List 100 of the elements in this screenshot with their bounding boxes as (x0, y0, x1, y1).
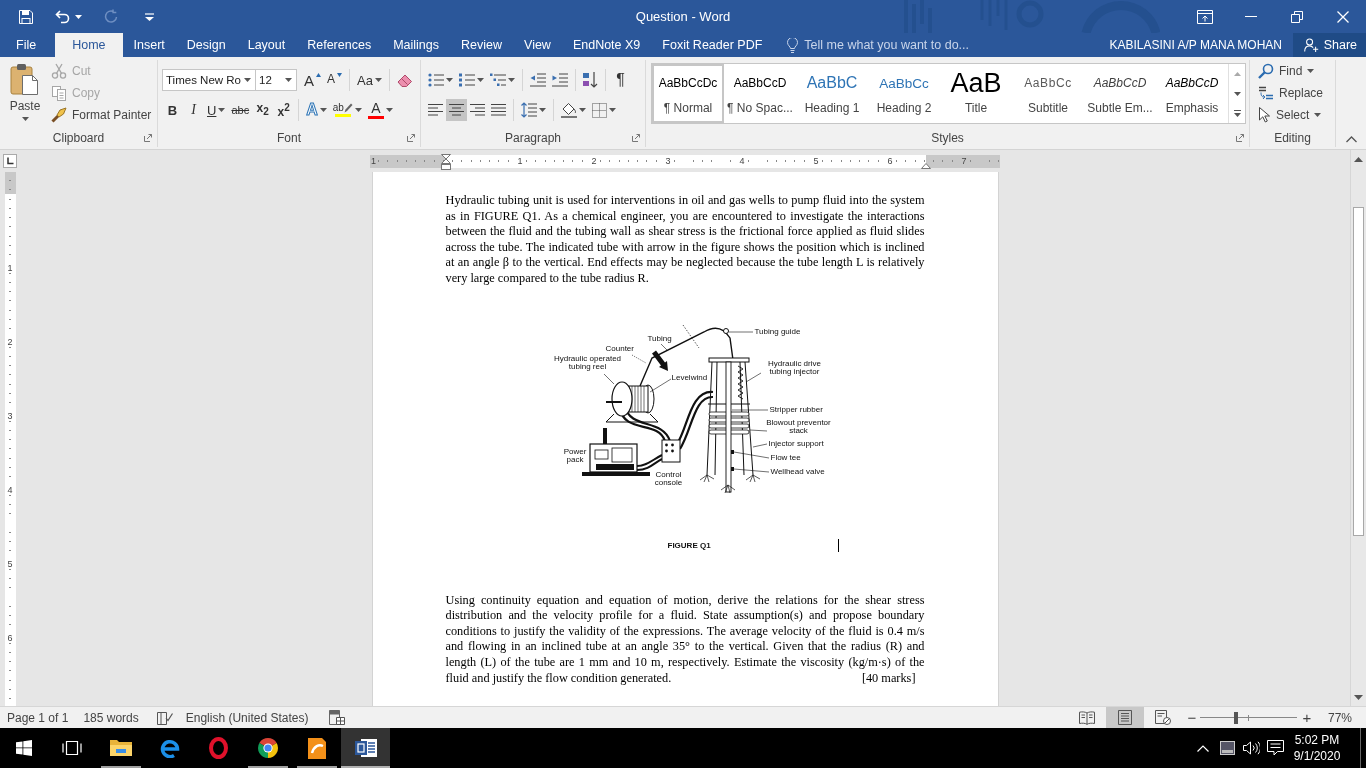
power-pack-unit (588, 427, 638, 473)
zoom-out-button[interactable]: − (1186, 710, 1197, 725)
ribbon-tab[interactable]: Insert (122, 33, 176, 57)
strikethrough-button[interactable]: abc (228, 99, 253, 121)
figure-label: Injector support (768, 439, 824, 449)
group-label: Paragraph (504, 131, 561, 145)
ribbon-tab[interactable]: Home (55, 33, 123, 57)
figure-label: Wellhead valve (770, 467, 825, 477)
restore-icon (1291, 10, 1303, 23)
style-item[interactable]: AaBbC Heading 1 (796, 64, 868, 123)
superscript-button[interactable]: x$^{2}$ (273, 99, 295, 121)
replace-button[interactable]: Replace (1258, 82, 1335, 104)
ribbon-tab[interactable]: Review (450, 33, 513, 57)
ribbon-tab[interactable]: Layout (236, 33, 297, 57)
ribbon-tab[interactable]: View (513, 33, 562, 57)
tell-me-search-field[interactable]: Tell me what you want to do... (787, 33, 998, 57)
change-case-button[interactable]: Aa (354, 69, 385, 91)
subscript-button[interactable]: x$_{2}$ (252, 99, 274, 121)
tab-stop-selector[interactable] (3, 154, 17, 168)
italic-button[interactable]: I (183, 99, 204, 121)
print-layout-button[interactable] (1105, 707, 1144, 728)
figure-label: Levelwind (671, 373, 708, 383)
share-button[interactable]: Share (1293, 33, 1366, 57)
ribbon-tab[interactable]: Design (175, 33, 237, 57)
center-button[interactable] (446, 99, 467, 121)
leader-line (733, 468, 769, 472)
proofing-book-icon[interactable] (156, 710, 173, 725)
ribbon-tab[interactable]: Foxit Reader PDF (651, 33, 774, 57)
macro-recording-icon[interactable] (328, 710, 345, 725)
select-button[interactable]: Select (1258, 104, 1335, 126)
word-processor-button[interactable] (341, 728, 390, 768)
shrink-font-button[interactable]: A (324, 69, 346, 91)
style-item[interactable]: AaBbCcD ¶ No Spac... (724, 64, 796, 123)
ruler-number: 1 (370, 156, 377, 166)
ground-anchor (745, 474, 760, 482)
scrollbar-thumb[interactable] (1353, 207, 1364, 536)
dialog-launcher-icon[interactable] (407, 134, 415, 142)
page-count[interactable]: Page 1 of 1 (7, 710, 69, 725)
ribbon-tab[interactable]: Mailings (382, 33, 450, 57)
word-count[interactable]: 185 words (83, 710, 139, 725)
document-app-icon (354, 738, 377, 758)
ribbon-tab[interactable]: EndNote X9 (561, 33, 652, 57)
style-item[interactable]: AaBbCcD Subtle Em... (1084, 64, 1156, 123)
find-button[interactable]: Find (1258, 60, 1335, 82)
style-item[interactable]: AaB Title (940, 64, 1012, 123)
style-item[interactable]: AaBbCcD Emphasis (1156, 64, 1228, 123)
figure-label: Tubing guide (754, 327, 801, 337)
window-title: Question - Word (635, 9, 731, 24)
control-console (661, 439, 680, 463)
underline-button[interactable]: U (204, 99, 229, 121)
bold-button[interactable]: B (162, 99, 183, 121)
leader-line (728, 331, 753, 332)
style-item[interactable]: AaBbCcDc ¶ Normal (652, 64, 724, 123)
ruler-number: 6 (886, 156, 894, 166)
caret-icon (539, 108, 546, 112)
ruler-number: 3 (6, 411, 14, 421)
slider-thumb[interactable] (1233, 711, 1238, 724)
show-marks-button[interactable]: ¶ (610, 69, 631, 91)
highlight-button[interactable]: ab (329, 99, 365, 121)
style-item[interactable]: AaBbCc Heading 2 (868, 64, 940, 123)
collapse-ribbon-icon[interactable] (1345, 136, 1357, 143)
zoom-percentage[interactable]: 77% (1327, 710, 1352, 725)
font-color-button[interactable]: A (364, 99, 396, 121)
style-item[interactable]: AaBbCc Subtitle (1012, 64, 1084, 123)
dialog-launcher-icon[interactable] (1236, 134, 1244, 142)
leader-line (733, 451, 769, 458)
dashed-marker-line (682, 324, 699, 348)
ruler-number: 5 (812, 156, 820, 166)
triangle-up-icon (1233, 71, 1241, 76)
group-label: Editing (1274, 131, 1311, 145)
dialog-launcher-icon[interactable] (144, 134, 152, 142)
right-indent-marker-icon[interactable] (921, 162, 931, 169)
justify-icon (491, 104, 506, 116)
language-indicator[interactable]: English (United States) (185, 710, 309, 725)
grow-font-button[interactable]: A (301, 69, 324, 91)
clock[interactable]: 5:02 PM 9/1/2020 (1288, 728, 1346, 768)
paste-button[interactable]: Paste (5, 60, 45, 128)
paintbrush-icon (51, 107, 67, 123)
dialog-launcher-icon[interactable] (632, 134, 640, 142)
font-name-field[interactable]: Times New Ro (162, 69, 256, 91)
page-layout-icon (1117, 710, 1132, 725)
ruler-number: 5 (6, 559, 14, 569)
zoom-in-button[interactable]: + (1301, 710, 1312, 725)
caret-icon (385, 108, 393, 112)
triangle-down-icon (337, 73, 343, 77)
paint-bucket-icon (561, 102, 577, 118)
figure-label: Counter (605, 344, 634, 354)
task-view-icon (62, 741, 82, 755)
triangle-up-icon (316, 73, 321, 77)
indent-marker-icon[interactable] (441, 153, 451, 170)
account-name[interactable]: KABILASINI A/P MANA MOHAN (1109, 38, 1293, 52)
ribbon-tab[interactable]: File (5, 33, 48, 57)
circle-logo-icon (257, 738, 278, 758)
leader-line (731, 409, 768, 410)
ribbon-tab[interactable]: References (296, 33, 383, 57)
font-size-field[interactable]: 12 (255, 69, 297, 91)
caret-icon (319, 108, 327, 112)
format-painter-button[interactable]: Format Painter (51, 104, 155, 126)
close-icon (1337, 10, 1349, 23)
notifications-icon (1266, 740, 1284, 756)
